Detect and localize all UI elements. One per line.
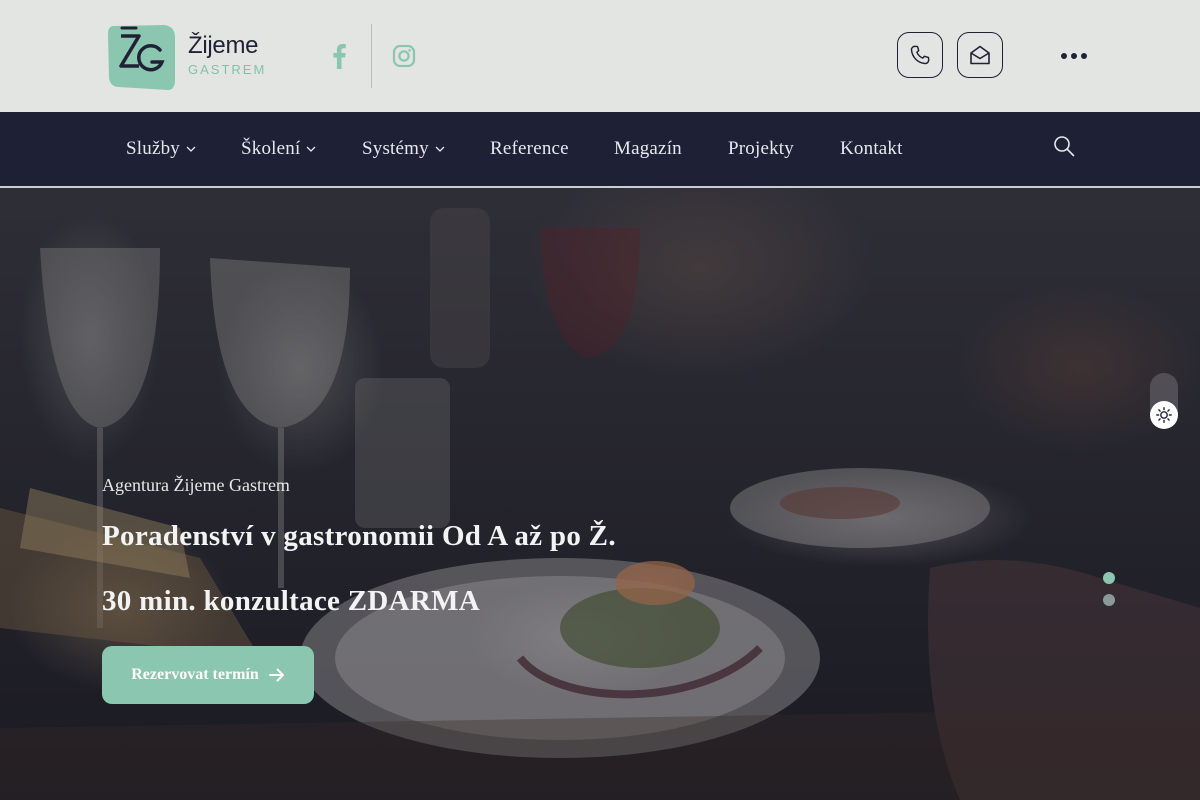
- arrow-right-icon: [268, 668, 284, 682]
- logo-subtitle: GASTREM: [188, 61, 267, 77]
- phone-button[interactable]: [897, 32, 943, 78]
- chevron-down-icon: [307, 146, 316, 152]
- facebook-link[interactable]: [326, 24, 352, 88]
- theme-toggle[interactable]: [1150, 373, 1178, 429]
- hero-title: Poradenství v gastronomii Od A až po Ž.: [102, 520, 616, 552]
- more-horizontal-icon: [1061, 53, 1067, 59]
- more-dot: [1071, 53, 1077, 59]
- slider-dot-1[interactable]: [1103, 572, 1115, 584]
- nav-item-label: Kontakt: [840, 138, 903, 159]
- chevron-down-icon: [435, 146, 445, 152]
- nav-item-label: Systémy: [362, 138, 429, 159]
- logo-name: Žijeme: [188, 31, 259, 59]
- hero-kicker: Agentura Žijeme Gastrem: [102, 475, 290, 495]
- theme-toggle-knob: [1150, 401, 1178, 429]
- nav-item-kontakt[interactable]: Kontakt: [840, 112, 903, 186]
- nav-item-label: Školení: [241, 138, 301, 159]
- logo[interactable]: Žijeme GASTREM: [106, 20, 266, 90]
- nav-item-label: Magazín: [614, 138, 682, 159]
- nav-item-systemy[interactable]: Systémy: [362, 112, 445, 186]
- chevron-down-icon: [186, 146, 196, 152]
- more-menu-button[interactable]: [1058, 42, 1090, 70]
- slider-pagination: [1103, 572, 1115, 606]
- reserve-button-label: Rezervovat termín: [131, 666, 259, 683]
- logo-mark: [108, 25, 175, 90]
- instagram-icon: [392, 44, 416, 68]
- logo-text: Žijeme GASTREM: [188, 31, 267, 77]
- search-button[interactable]: [1050, 132, 1078, 160]
- nav-item-reference[interactable]: Reference: [490, 112, 569, 186]
- nav-item-label: Reference: [490, 138, 569, 159]
- nav-item-label: Služby: [126, 138, 180, 159]
- hero-subtitle: 30 min. konzultace ZDARMA: [102, 585, 481, 617]
- nav-item-projekty[interactable]: Projekty: [728, 112, 794, 186]
- instagram-link[interactable]: [391, 24, 417, 88]
- sun-icon: [1156, 407, 1172, 423]
- nav-item-magazin[interactable]: Magazín: [614, 112, 682, 186]
- main-navigation: Služby Školení Systémy Reference Magazín…: [0, 112, 1200, 188]
- slider-dot-2[interactable]: [1103, 594, 1115, 606]
- more-dot: [1081, 53, 1087, 59]
- facebook-icon: [333, 44, 346, 69]
- hero-section: Agentura Žijeme Gastrem Poradenství v ga…: [0, 188, 1200, 800]
- top-header: Žijeme GASTREM: [0, 0, 1200, 112]
- nav-item-sluzby[interactable]: Služby: [126, 112, 196, 186]
- phone-icon: [910, 45, 930, 65]
- mail-icon: [970, 45, 990, 65]
- email-button[interactable]: [957, 32, 1003, 78]
- search-icon: [1054, 136, 1075, 157]
- nav-item-label: Projekty: [728, 138, 794, 159]
- reserve-button[interactable]: Rezervovat termín: [102, 646, 314, 704]
- header-divider: [371, 24, 372, 88]
- nav-item-skoleni[interactable]: Školení: [241, 112, 316, 186]
